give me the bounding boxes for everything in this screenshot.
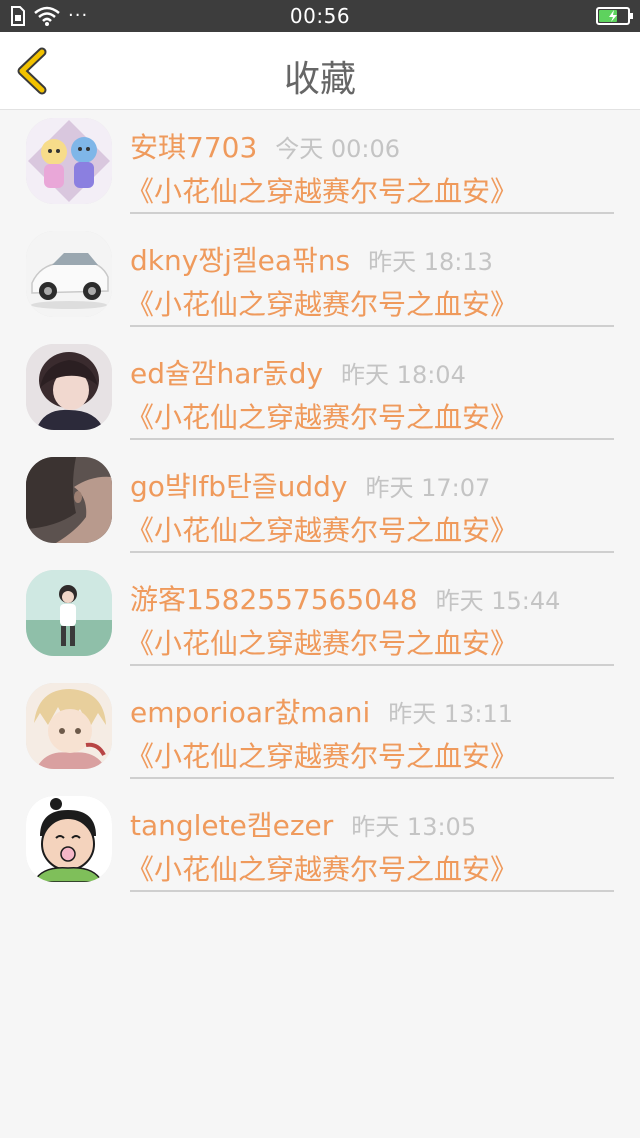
book-title[interactable]: 《小花仙之穿越赛尔号之血安》 xyxy=(126,170,614,210)
status-time: 00:56 xyxy=(289,4,351,28)
user-name[interactable]: ed슐깜har돐dy xyxy=(130,352,323,392)
list-item[interactable]: go뱤lfb탄즐uddy 昨天 17:07 《小花仙之穿越赛尔号之血安》 xyxy=(0,449,640,562)
timestamp: 昨天 18:04 xyxy=(341,361,466,389)
item-text: dkny짱j켈ea팎ns 昨天 18:13 《小花仙之穿越赛尔号之血安》 xyxy=(126,239,614,327)
book-title[interactable]: 《小花仙之穿越赛尔号之血安》 xyxy=(126,283,614,323)
avatar[interactable] xyxy=(26,118,112,204)
item-text: 安琪7703 今天 00:06 《小花仙之穿越赛尔号之血安》 xyxy=(126,126,614,214)
user-name[interactable]: 安琪7703 xyxy=(130,126,257,166)
timestamp: 昨天 13:11 xyxy=(388,700,514,728)
item-text: ed슐깜har돐dy 昨天 18:04 《小花仙之穿越赛尔号之血安》 xyxy=(126,352,614,440)
book-title[interactable]: 《小花仙之穿越赛尔号之血安》 xyxy=(126,509,614,549)
timestamp: 昨天 13:05 xyxy=(351,813,477,841)
item-text: tanglete캠ezer 昨天 13:05 《小花仙之穿越赛尔号之血安》 xyxy=(126,804,614,892)
favorites-list: 安琪7703 今天 00:06 《小花仙之穿越赛尔号之血安》 dkny짱j켈ea… xyxy=(0,110,640,901)
user-name[interactable]: 游客1582557565048 xyxy=(130,578,418,618)
item-text: 游客1582557565048 昨天 15:44 《小花仙之穿越赛尔号之血安》 xyxy=(126,578,614,666)
battery-icon xyxy=(596,7,633,25)
book-title[interactable]: 《小花仙之穿越赛尔号之血安》 xyxy=(126,396,614,436)
list-item[interactable]: emporioar챬mani 昨天 13:11 《小花仙之穿越赛尔号之血安》 xyxy=(0,675,640,788)
book-title[interactable]: 《小花仙之穿越赛尔号之血安》 xyxy=(126,622,614,662)
user-name[interactable]: dkny짱j켈ea팎ns xyxy=(130,239,350,279)
avatar-image xyxy=(26,570,112,656)
avatar-image xyxy=(26,231,112,317)
user-name[interactable]: tanglete캠ezer xyxy=(130,804,333,844)
avatar[interactable] xyxy=(26,231,112,317)
avatar[interactable] xyxy=(26,683,112,769)
timestamp: 昨天 18:13 xyxy=(368,248,493,276)
list-item[interactable]: 安琪7703 今天 00:06 《小花仙之穿越赛尔号之血安》 xyxy=(0,110,640,223)
timestamp: 昨天 17:07 xyxy=(365,474,491,502)
avatar-image xyxy=(26,118,112,204)
book-title[interactable]: 《小花仙之穿越赛尔号之血安》 xyxy=(126,848,614,888)
timestamp: 今天 00:06 xyxy=(275,135,401,163)
item-text: emporioar챬mani 昨天 13:11 《小花仙之穿越赛尔号之血安》 xyxy=(126,691,614,779)
list-item[interactable]: ed슐깜har돐dy 昨天 18:04 《小花仙之穿越赛尔号之血安》 xyxy=(0,336,640,449)
timestamp: 昨天 15:44 xyxy=(435,587,561,615)
avatar[interactable] xyxy=(26,796,112,882)
avatar-image xyxy=(26,344,112,430)
user-name[interactable]: emporioar챬mani xyxy=(130,691,370,731)
page-title: 收藏 xyxy=(283,59,356,100)
charging-icon xyxy=(609,10,617,22)
avatar-image xyxy=(26,683,112,769)
list-item[interactable]: 游客1582557565048 昨天 15:44 《小花仙之穿越赛尔号之血安》 xyxy=(0,562,640,675)
user-name[interactable]: go뱤lfb탄즐uddy xyxy=(130,465,347,505)
nav-header: 收藏 xyxy=(0,32,640,110)
item-text: go뱤lfb탄즐uddy 昨天 17:07 《小花仙之穿越赛尔号之血安》 xyxy=(126,465,614,553)
book-title[interactable]: 《小花仙之穿越赛尔号之血安》 xyxy=(126,735,614,775)
list-item[interactable]: dkny짱j켈ea팎ns 昨天 18:13 《小花仙之穿越赛尔号之血安》 xyxy=(0,223,640,336)
avatar[interactable] xyxy=(26,457,112,543)
avatar-image xyxy=(26,796,112,882)
avatar[interactable] xyxy=(26,344,112,430)
avatar-image xyxy=(26,457,112,543)
avatar[interactable] xyxy=(26,570,112,656)
status-bar: ··· 00:56 xyxy=(0,0,640,32)
list-item[interactable]: tanglete캠ezer 昨天 13:05 《小花仙之穿越赛尔号之血安》 xyxy=(0,788,640,901)
